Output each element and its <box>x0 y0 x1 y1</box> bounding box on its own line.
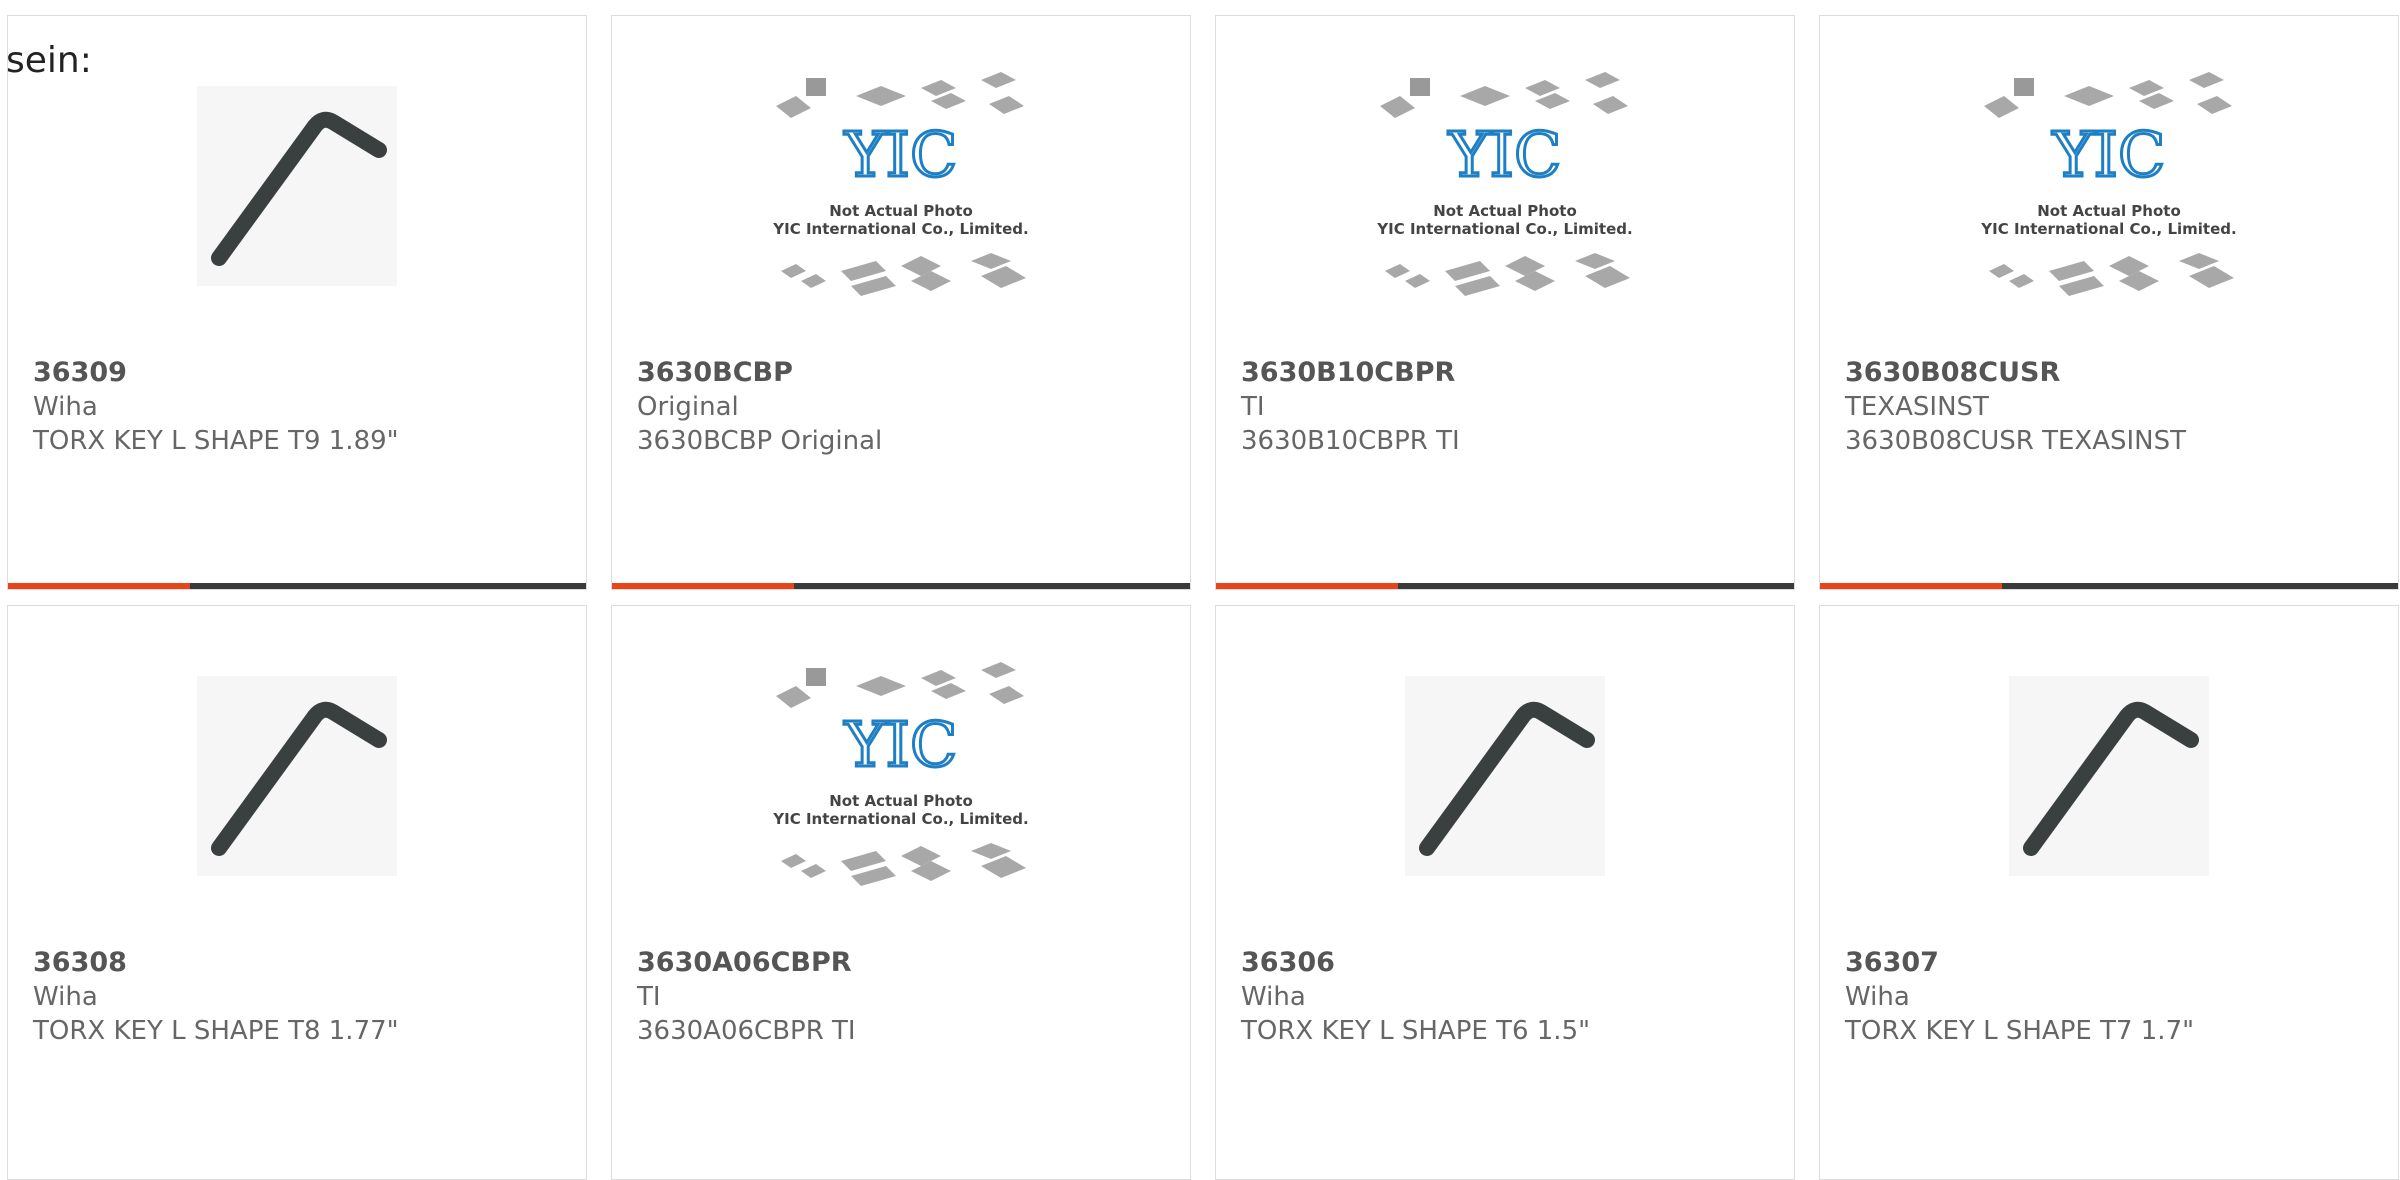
yic-placeholder-image: YIC Not Actual Photo YIC International C… <box>1980 72 2237 296</box>
product-part-number[interactable]: 36308 <box>33 946 566 980</box>
product-card[interactable]: YIC Not Actual Photo YIC International C… <box>1819 15 2399 590</box>
product-brand: TEXASINST <box>1845 392 1989 422</box>
intro-text: sein: <box>6 40 92 81</box>
product-card[interactable]: YIC Not Actual Photo YIC International C… <box>611 15 1191 590</box>
product-brand: TI <box>637 982 661 1012</box>
product-image[interactable]: YIC Not Actual Photo YIC International C… <box>1365 72 1645 296</box>
product-description: TORX KEY L SHAPE T6 1.5" <box>1241 1016 1591 1046</box>
product-brand: Wiha <box>1845 982 1910 1012</box>
product-card[interactable]: YIC Not Actual Photo YIC International C… <box>611 605 1191 1180</box>
product-part-number[interactable]: 3630BCBP <box>637 356 1170 390</box>
product-card[interactable]: 36307 Wiha TORX KEY L SHAPE T7 1.7" <box>1819 605 2399 1180</box>
product-part-number[interactable]: 3630A06CBPR <box>637 946 1170 980</box>
product-grid: 36309 Wiha TORX KEY L SHAPE T9 1.89" YIC… <box>7 15 2399 1180</box>
product-brand: Wiha <box>33 982 98 1012</box>
product-description: 3630B08CUSR TEXASINST <box>1845 426 2187 456</box>
allen-key-icon <box>197 676 397 876</box>
product-part-number[interactable]: 3630B08CUSR <box>1845 356 2378 390</box>
product-description: TORX KEY L SHAPE T7 1.7" <box>1845 1016 2195 1046</box>
svg-text:YIC International Co., Limited: YIC International Co., Limited. <box>1980 220 2236 238</box>
product-image[interactable] <box>1365 676 1645 876</box>
product-brand: Wiha <box>33 392 98 422</box>
product-description: 3630B10CBPR TI <box>1241 426 1460 456</box>
product-image[interactable] <box>157 676 437 876</box>
product-image[interactable] <box>157 86 437 286</box>
yic-placeholder-image: YIC Not Actual Photo YIC International C… <box>1376 72 1633 296</box>
svg-text:YIC International Co., Limited: YIC International Co., Limited. <box>1376 220 1632 238</box>
svg-text:YIC: YIC <box>1448 118 1562 191</box>
product-part-number[interactable]: 3630B10CBPR <box>1241 356 1774 390</box>
card-bottom-bar <box>1216 583 1794 589</box>
yic-placeholder-image: YIC Not Actual Photo YIC International C… <box>772 72 1029 296</box>
allen-key-icon <box>2009 676 2209 876</box>
svg-text:Not Actual Photo: Not Actual Photo <box>829 792 973 810</box>
product-description: TORX KEY L SHAPE T8 1.77" <box>33 1016 399 1046</box>
svg-text:YIC: YIC <box>844 118 958 191</box>
yic-placeholder-image: YIC Not Actual Photo YIC International C… <box>772 662 1029 886</box>
product-part-number[interactable]: 36307 <box>1845 946 2378 980</box>
product-description: TORX KEY L SHAPE T9 1.89" <box>33 426 399 456</box>
product-description: 3630A06CBPR TI <box>637 1016 856 1046</box>
product-part-number[interactable]: 36309 <box>33 356 566 390</box>
svg-text:YIC International Co., Limited: YIC International Co., Limited. <box>772 810 1028 828</box>
product-part-number[interactable]: 36306 <box>1241 946 1774 980</box>
svg-text:Not Actual Photo: Not Actual Photo <box>2037 202 2181 220</box>
product-card[interactable]: 36306 Wiha TORX KEY L SHAPE T6 1.5" <box>1215 605 1795 1180</box>
product-brand: Wiha <box>1241 982 1306 1012</box>
product-card[interactable]: YIC Not Actual Photo YIC International C… <box>1215 15 1795 590</box>
svg-text:Not Actual Photo: Not Actual Photo <box>829 202 973 220</box>
card-bottom-bar <box>8 583 586 589</box>
product-image[interactable]: YIC Not Actual Photo YIC International C… <box>1969 72 2249 296</box>
svg-text:Not Actual Photo: Not Actual Photo <box>1433 202 1577 220</box>
product-image[interactable]: YIC Not Actual Photo YIC International C… <box>761 662 1041 886</box>
allen-key-icon <box>197 86 397 286</box>
product-description: 3630BCBP Original <box>637 426 883 456</box>
svg-text:YIC International Co., Limited: YIC International Co., Limited. <box>772 220 1028 238</box>
card-bottom-bar <box>1820 583 2398 589</box>
product-image[interactable] <box>1969 676 2249 876</box>
product-brand: Original <box>637 392 739 422</box>
allen-key-icon <box>1405 676 1605 876</box>
svg-text:YIC: YIC <box>844 708 958 781</box>
card-bottom-bar <box>612 583 1190 589</box>
svg-text:YIC: YIC <box>2052 118 2166 191</box>
product-image[interactable]: YIC Not Actual Photo YIC International C… <box>761 72 1041 296</box>
product-brand: TI <box>1241 392 1265 422</box>
product-card[interactable]: 36309 Wiha TORX KEY L SHAPE T9 1.89" <box>7 15 587 590</box>
product-card[interactable]: 36308 Wiha TORX KEY L SHAPE T8 1.77" <box>7 605 587 1180</box>
